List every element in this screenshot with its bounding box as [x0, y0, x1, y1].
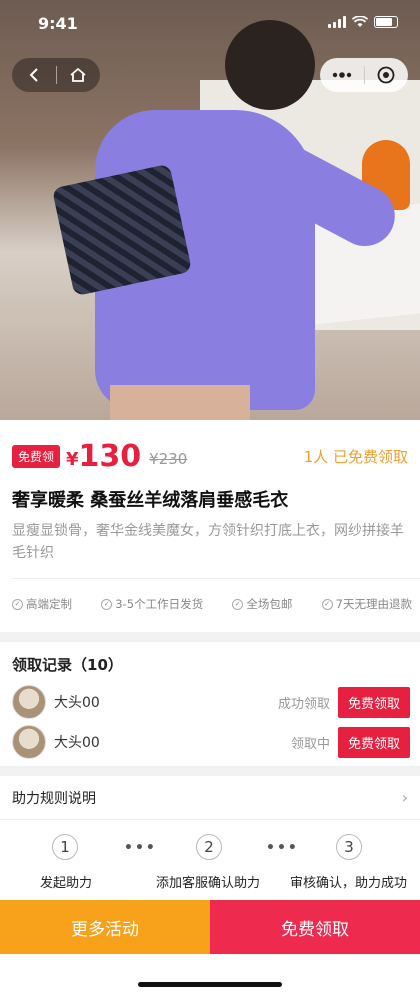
guarantee-item: ✓ 3-5个工作日发货	[101, 596, 203, 612]
target-icon	[377, 66, 395, 84]
claimed-count: 1人 已免费领取	[303, 447, 408, 466]
check-icon: ✓	[321, 598, 333, 610]
bottom-actions: 更多活动 免费领取	[0, 900, 420, 954]
step-number: 1	[52, 834, 78, 860]
close-miniapp-button[interactable]	[365, 58, 409, 92]
step-number: 2	[196, 834, 222, 860]
product-title: 奢享暖柔 桑蚕丝羊绒落肩垂感毛衣	[12, 490, 289, 511]
check-icon: ✓	[101, 598, 113, 610]
product-description: 显瘦显锁骨，奢华金线美魔女，方领针织打底上衣，网纱拼接羊毛针织	[12, 523, 404, 561]
product-image[interactable]: 9:41	[0, 0, 420, 420]
model-legs	[110, 385, 250, 420]
record-row: 大头00 领取中 免费领取	[12, 724, 410, 760]
records-header: 领取记录（10）	[12, 656, 123, 674]
step-label: 发起助力	[40, 876, 93, 891]
avatar	[12, 725, 46, 759]
record-claim-button[interactable]: 免费领取	[337, 726, 410, 758]
avatar	[12, 685, 46, 719]
home-icon	[70, 67, 86, 82]
step-dots: •••	[266, 840, 299, 856]
chevron-right-icon: ›	[401, 788, 408, 807]
claim-records: 领取记录（10） 大头00 成功领取 免费领取 大头00 领取中 免费领取	[0, 642, 420, 766]
status-bar: 9:41	[0, 0, 420, 44]
step-label: 添加客服确认助力	[156, 876, 261, 891]
record-row: 大头00 成功领取 免费领取	[12, 684, 410, 720]
rules-row[interactable]: 助力规则说明 ›	[0, 776, 420, 820]
nav-pill	[12, 58, 100, 92]
back-button[interactable]	[12, 58, 56, 92]
step-dots: •••	[124, 840, 157, 856]
guarantee-item: ✓ 全场包邮	[232, 596, 292, 612]
steps: 1 ••• 2 ••• 3 发起助力 添加客服确认助力 审核确认，助力成功	[0, 820, 420, 900]
home-indicator-area	[0, 954, 420, 1002]
price-row: 免费领 ¥ 130 ¥230 1人 已免费领取	[12, 436, 408, 476]
product-info: 免费领 ¥ 130 ¥230 1人 已免费领取 奢享暖柔 桑蚕丝羊绒落肩垂感毛衣…	[0, 420, 420, 632]
currency-symbol: ¥	[66, 448, 79, 470]
divider	[12, 578, 420, 579]
more-button[interactable]	[320, 58, 364, 92]
price: 130	[78, 438, 142, 474]
original-price: ¥230	[149, 450, 188, 468]
step-number: 3	[336, 834, 362, 860]
step-label: 审核确认，助力成功	[290, 876, 408, 891]
signal-icon	[328, 16, 346, 28]
miniapp-capsule	[320, 58, 408, 92]
record-name: 大头00	[54, 735, 100, 751]
rules-title: 助力规则说明	[12, 790, 96, 807]
wifi-icon	[352, 16, 368, 27]
claim-button[interactable]: 免费领取	[210, 900, 420, 954]
record-claim-button[interactable]: 免费领取	[337, 686, 410, 718]
check-icon: ✓	[232, 598, 244, 610]
more-dots-icon	[332, 72, 351, 78]
record-status: 领取中	[290, 736, 330, 752]
record-name: 大头00	[54, 695, 100, 711]
record-status: 成功领取	[277, 696, 330, 712]
chevron-left-icon	[29, 68, 38, 82]
home-button[interactable]	[57, 58, 101, 92]
status-icons	[328, 16, 398, 28]
status-time: 9:41	[38, 14, 78, 33]
home-indicator	[138, 982, 282, 987]
guarantee-item: ✓ 高端定制	[12, 596, 72, 612]
free-tag: 免费领	[12, 444, 61, 468]
guarantee-list: ✓ 高端定制 ✓ 3-5个工作日发货 ✓ 全场包邮 ✓ 7天无理由退款	[12, 596, 412, 612]
guarantee-item: ✓ 7天无理由退款	[321, 596, 412, 612]
more-activities-button[interactable]: 更多活动	[0, 900, 210, 954]
battery-icon	[374, 16, 398, 28]
check-icon: ✓	[12, 598, 23, 610]
